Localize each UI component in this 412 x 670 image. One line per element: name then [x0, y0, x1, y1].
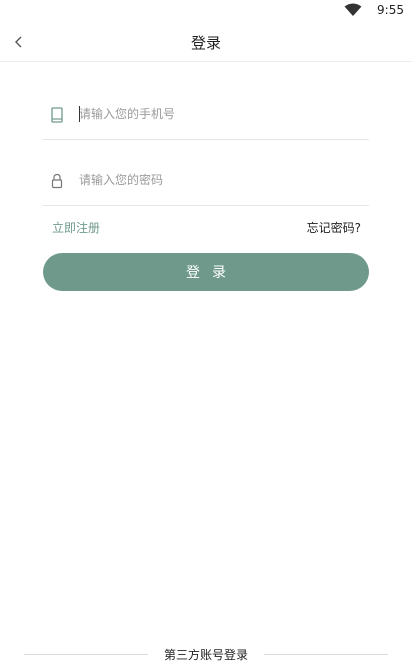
login-button[interactable]: 登录 — [43, 253, 369, 291]
text-caret — [79, 106, 80, 122]
phone-field — [43, 90, 369, 140]
third-party-divider: 第三方账号登录 — [24, 645, 388, 665]
status-bar: 9:55 — [0, 0, 412, 22]
page-title: 登录 — [190, 34, 221, 52]
login-screen: 9:55 登录 立即注册 忘记密码? 登录 第三方账号登录 — [0, 0, 412, 670]
status-time: 9:55 — [377, 3, 404, 17]
phone-icon — [51, 107, 63, 123]
lock-icon — [51, 173, 63, 189]
register-link[interactable]: 立即注册 — [52, 219, 100, 236]
app-bar: 登录 — [0, 22, 412, 62]
divider-line-right — [264, 654, 388, 655]
password-input[interactable] — [79, 169, 349, 191]
forgot-password-link[interactable]: 忘记密码? — [307, 219, 361, 236]
password-field — [43, 156, 369, 206]
wifi-icon — [344, 3, 362, 16]
phone-input[interactable] — [79, 103, 349, 125]
